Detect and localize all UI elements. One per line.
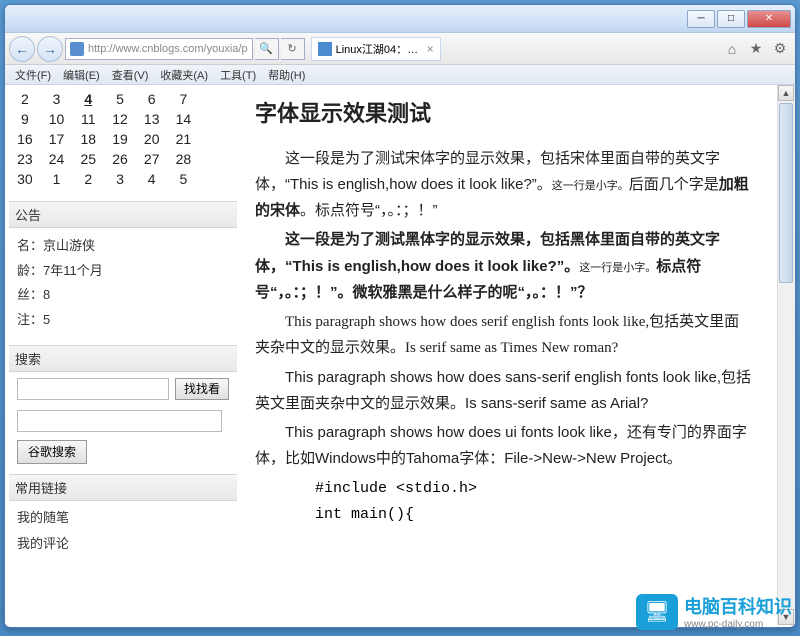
calendar-day[interactable]: 7 xyxy=(172,91,196,107)
paragraph-4: This paragraph shows how does sans-serif… xyxy=(255,365,753,418)
tab-title: Linux江湖04：Linux桌面系... xyxy=(336,41,421,57)
titlebar: ─ □ ✕ xyxy=(5,5,795,33)
close-button[interactable]: ✕ xyxy=(747,10,791,28)
calendar-day[interactable]: 5 xyxy=(172,171,196,187)
calendar: 2345679101112131416171819202123242526272… xyxy=(9,89,237,195)
calendar-day[interactable]: 19 xyxy=(108,131,132,147)
calendar-day[interactable]: 28 xyxy=(172,151,196,167)
sidebar-link[interactable]: 我的随笔 xyxy=(17,505,229,531)
scroll-up-button[interactable]: ▲ xyxy=(778,85,794,101)
calendar-day[interactable]: 16 xyxy=(13,131,37,147)
calendar-day[interactable] xyxy=(203,151,227,167)
calendar-day[interactable]: 3 xyxy=(108,171,132,187)
settings-icon[interactable]: ⚙ xyxy=(771,40,789,58)
calendar-day[interactable]: 25 xyxy=(76,151,100,167)
calendar-day[interactable]: 4 xyxy=(76,91,100,107)
watermark-icon: 🖥 xyxy=(636,594,678,630)
toolbar: ← → http://www.cnblogs.com/youxia/p 🔍 ↻ … xyxy=(5,33,795,65)
calendar-day[interactable]: 18 xyxy=(76,131,100,147)
calendar-day[interactable]: 30 xyxy=(13,171,37,187)
site-icon xyxy=(70,42,84,56)
menu-help[interactable]: 帮助(H) xyxy=(262,67,311,83)
sidebar: 2345679101112131416171819202123242526272… xyxy=(5,85,237,625)
url-text: http://www.cnblogs.com/youxia/p xyxy=(88,43,248,55)
back-button[interactable]: ← xyxy=(9,36,35,62)
paragraph-5: This paragraph shows how does ui fonts l… xyxy=(255,420,753,473)
announce-line: 注：5 xyxy=(17,308,229,333)
sidebar-link[interactable]: 我的评论 xyxy=(17,531,229,557)
calendar-day[interactable]: 3 xyxy=(45,91,69,107)
watermark-url: www.pc-daily.com xyxy=(684,619,792,630)
calendar-day[interactable]: 24 xyxy=(45,151,69,167)
calendar-day[interactable]: 2 xyxy=(13,91,37,107)
calendar-day[interactable]: 2 xyxy=(76,171,100,187)
calendar-day[interactable]: 4 xyxy=(140,171,164,187)
address-bar[interactable]: http://www.cnblogs.com/youxia/p xyxy=(65,38,253,60)
calendar-day[interactable]: 6 xyxy=(140,91,164,107)
calendar-day[interactable]: 5 xyxy=(108,91,132,107)
calendar-day[interactable]: 10 xyxy=(45,111,69,127)
maximize-button[interactable]: □ xyxy=(717,10,745,28)
code-line-2: int main(){ xyxy=(255,502,753,528)
calendar-day[interactable]: 20 xyxy=(140,131,164,147)
content-area: 2345679101112131416171819202123242526272… xyxy=(5,85,795,625)
paragraph-3: This paragraph shows how does serif engl… xyxy=(255,309,753,362)
minimize-button[interactable]: ─ xyxy=(687,10,715,28)
browser-window: ─ □ ✕ ← → http://www.cnblogs.com/youxia/… xyxy=(4,4,796,628)
paragraph-1: 这一段是为了测试宋体字的显示效果，包括宋体里面自带的英文字体，“This is … xyxy=(255,146,753,225)
calendar-day[interactable] xyxy=(203,171,227,187)
scroll-thumb[interactable] xyxy=(779,103,793,283)
article-title: 字体显示效果测试 xyxy=(255,95,753,134)
google-search-input[interactable] xyxy=(17,410,222,432)
calendar-day[interactable]: 23 xyxy=(13,151,37,167)
code-line-1: #include <stdio.h> xyxy=(255,476,753,502)
announce-header: 公告 xyxy=(9,201,237,228)
search-button[interactable]: 找找看 xyxy=(175,378,229,400)
window-controls: ─ □ ✕ xyxy=(687,10,791,28)
announce-line: 龄：7年11个月 xyxy=(17,259,229,284)
menu-edit[interactable]: 编辑(E) xyxy=(57,67,106,83)
search-icon[interactable]: 🔍 xyxy=(255,38,279,60)
vertical-scrollbar[interactable]: ▲ ▼ xyxy=(777,85,795,625)
tab-close-icon[interactable]: × xyxy=(427,42,434,56)
calendar-day[interactable] xyxy=(203,131,227,147)
search-input[interactable] xyxy=(17,378,169,400)
calendar-day[interactable] xyxy=(203,111,227,127)
watermark-title: 电脑百科知识 xyxy=(684,593,792,619)
home-icon[interactable]: ⌂ xyxy=(723,40,741,58)
tab-active[interactable]: Linux江湖04：Linux桌面系... × xyxy=(311,37,441,61)
tab-favicon xyxy=(318,42,332,56)
calendar-day[interactable]: 13 xyxy=(140,111,164,127)
refresh-icon[interactable]: ↻ xyxy=(281,38,305,60)
menubar: 文件(F) 编辑(E) 查看(V) 收藏夹(A) 工具(T) 帮助(H) xyxy=(5,65,795,85)
calendar-day[interactable]: 12 xyxy=(108,111,132,127)
calendar-day[interactable]: 1 xyxy=(45,171,69,187)
menu-file[interactable]: 文件(F) xyxy=(9,67,57,83)
menu-tools[interactable]: 工具(T) xyxy=(214,67,262,83)
calendar-day[interactable]: 11 xyxy=(76,111,100,127)
calendar-day[interactable]: 9 xyxy=(13,111,37,127)
calendar-day[interactable]: 27 xyxy=(140,151,164,167)
search-header: 搜索 xyxy=(9,345,237,372)
calendar-day[interactable] xyxy=(203,91,227,107)
menu-view[interactable]: 查看(V) xyxy=(106,67,155,83)
google-search-button[interactable]: 谷歌搜索 xyxy=(17,440,87,464)
calendar-day[interactable]: 14 xyxy=(172,111,196,127)
calendar-day[interactable]: 26 xyxy=(108,151,132,167)
links-list: 我的随笔我的评论 xyxy=(9,501,237,561)
announce-line: 丝：8 xyxy=(17,283,229,308)
announce-body: 名：京山游侠龄：7年11个月丝：8注：5 xyxy=(9,228,237,339)
forward-button[interactable]: → xyxy=(37,36,63,62)
links-header: 常用链接 xyxy=(9,474,237,501)
favorites-icon[interactable]: ★ xyxy=(747,40,765,58)
article-main: 字体显示效果测试 这一段是为了测试宋体字的显示效果，包括宋体里面自带的英文字体，… xyxy=(237,85,777,625)
watermark: 🖥 电脑百科知识 www.pc-daily.com xyxy=(636,593,792,630)
announce-line: 名：京山游侠 xyxy=(17,234,229,259)
paragraph-2: 这一段是为了测试黑体字的显示效果，包括黑体里面自带的英文字体，“This is … xyxy=(255,227,753,306)
calendar-day[interactable]: 21 xyxy=(172,131,196,147)
menu-favorites[interactable]: 收藏夹(A) xyxy=(154,67,214,83)
calendar-day[interactable]: 17 xyxy=(45,131,69,147)
